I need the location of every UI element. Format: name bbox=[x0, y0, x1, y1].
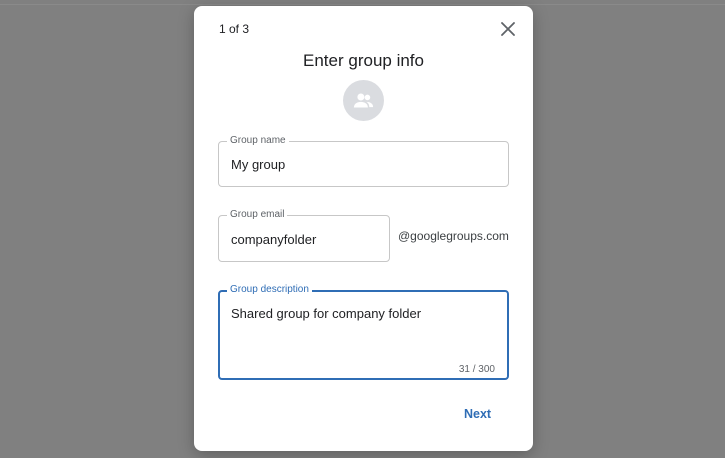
dialog-title: Enter group info bbox=[303, 51, 424, 70]
close-icon bbox=[501, 22, 515, 36]
next-button[interactable]: Next bbox=[464, 407, 491, 421]
group-avatar bbox=[343, 80, 384, 121]
group-name-field[interactable]: Group name bbox=[218, 135, 509, 187]
group-description-label: Group description bbox=[227, 284, 312, 296]
group-email-label: Group email bbox=[227, 209, 288, 221]
group-name-input[interactable] bbox=[231, 156, 491, 172]
email-domain-suffix: @googlegroups.com bbox=[398, 229, 509, 243]
create-group-dialog: 1 of 3 Enter group info Group name Group… bbox=[194, 6, 533, 451]
close-button[interactable] bbox=[499, 20, 517, 38]
group-name-label: Group name bbox=[227, 135, 289, 147]
step-indicator: 1 of 3 bbox=[219, 22, 250, 36]
group-description-field[interactable]: Group description Shared group for compa… bbox=[218, 284, 509, 380]
character-counter: 31 / 300 bbox=[458, 364, 495, 375]
group-email-field[interactable]: Group email bbox=[218, 209, 390, 262]
group-description-input[interactable]: Shared group for company folder bbox=[231, 306, 496, 321]
group-icon bbox=[353, 93, 374, 108]
group-email-input[interactable] bbox=[231, 231, 381, 247]
backdrop-divider bbox=[0, 4, 725, 5]
